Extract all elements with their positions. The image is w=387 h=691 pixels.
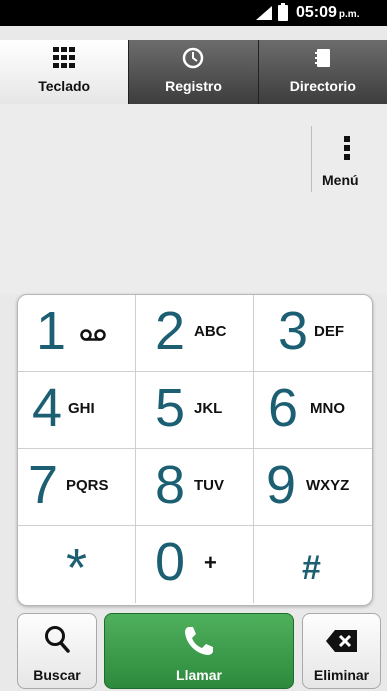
menu-label: Menú <box>322 172 359 188</box>
key-letters: JKL <box>194 400 223 417</box>
key-digit: 4 <box>32 378 63 438</box>
clock-icon <box>183 47 204 69</box>
voicemail-icon <box>80 329 106 341</box>
key-letters: + <box>204 550 217 575</box>
key-digit: 5 <box>155 378 186 438</box>
key-0[interactable]: 0 + <box>136 526 254 603</box>
search-button-label: Buscar <box>33 667 81 683</box>
key-2[interactable]: 2 ABC <box>136 295 254 372</box>
key-letters: DEF <box>314 323 344 340</box>
tab-directory-label: Directorio <box>289 78 356 94</box>
key-9[interactable]: 9 WXYZ <box>254 449 372 526</box>
tab-log[interactable]: Registro <box>128 40 258 104</box>
key-letters: TUV <box>194 477 224 494</box>
key-letters: MNO <box>310 400 345 417</box>
key-8[interactable]: 8 TUV <box>136 449 254 526</box>
backspace-icon <box>325 630 357 652</box>
key-4[interactable]: 4 GHI <box>18 372 136 449</box>
key-letters: WXYZ <box>306 477 350 494</box>
search-icon <box>45 626 70 653</box>
key-6[interactable]: 6 MNO <box>254 372 372 449</box>
tab-keypad[interactable]: Teclado <box>0 40 129 104</box>
key-digit: 0 <box>155 532 186 592</box>
call-button[interactable]: Llamar <box>104 613 294 689</box>
key-digit: * <box>66 538 88 598</box>
key-hash[interactable]: # <box>254 526 372 603</box>
status-time: 05:09 p.m. <box>296 4 359 22</box>
key-5[interactable]: 5 JKL <box>136 372 254 449</box>
signal-strength-icon <box>256 6 272 20</box>
key-letters: ABC <box>194 323 227 340</box>
phone-icon <box>185 627 213 655</box>
search-button[interactable]: Buscar <box>17 613 97 689</box>
dial-keypad: 1 2 ABC 3 DEF 4 GHI 5 JKL 6 MNO 7 PQRS 8… <box>17 294 373 606</box>
keypad-grid-icon <box>53 47 76 69</box>
contacts-book-icon <box>314 49 330 67</box>
key-3[interactable]: 3 DEF <box>254 295 372 372</box>
tab-bar: Teclado Registro Directorio <box>0 40 387 104</box>
tab-keypad-label: Teclado <box>38 78 91 94</box>
key-digit: 2 <box>155 301 186 361</box>
key-digit: 3 <box>278 301 309 361</box>
key-digit: 9 <box>266 455 297 515</box>
key-digit: 8 <box>155 455 186 515</box>
status-bar: 05:09 p.m. <box>0 0 387 26</box>
call-button-label: Llamar <box>176 667 222 683</box>
tab-log-label: Registro <box>165 78 222 94</box>
key-digit: 6 <box>268 378 299 438</box>
key-1[interactable]: 1 <box>18 295 136 372</box>
delete-button[interactable]: Eliminar <box>302 613 381 689</box>
menu-button[interactable]: Menú <box>311 126 378 192</box>
key-digit: 7 <box>28 455 59 515</box>
status-time-value: 05:09 <box>296 4 337 21</box>
key-digit: # <box>302 549 321 587</box>
status-time-ampm: p.m. <box>338 9 360 20</box>
tab-directory[interactable]: Directorio <box>257 40 387 104</box>
key-letters: PQRS <box>66 477 109 494</box>
overflow-menu-icon <box>344 136 350 163</box>
battery-icon <box>278 3 288 21</box>
key-digit: 1 <box>36 301 67 361</box>
key-star[interactable]: * <box>18 526 136 603</box>
key-letters: GHI <box>68 400 95 417</box>
key-7[interactable]: 7 PQRS <box>18 449 136 526</box>
delete-button-label: Eliminar <box>313 667 370 683</box>
